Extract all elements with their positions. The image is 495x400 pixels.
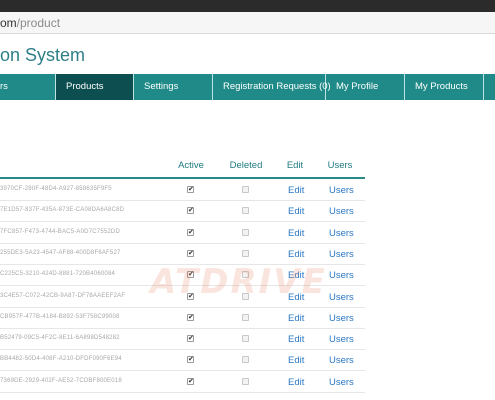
product-id: B52479-09C5-4F2C-8E11-6A898D548282 [0, 335, 120, 342]
browser-chrome [0, 0, 495, 12]
users-link[interactable]: Users [329, 377, 354, 388]
edit-link[interactable]: Edit [288, 185, 304, 196]
table-row: 7E1D57-837F-435A-873E-CA08DA6A8C8D ✔ Edit U… [0, 201, 365, 223]
table-row: 7369DE-2929-402F-AE52-7CDBF800E018 ✔ Edit U… [0, 372, 365, 393]
active-checkbox[interactable]: ✔ [187, 356, 194, 364]
users-link[interactable]: Users [329, 292, 354, 303]
table-row: B52479-09C5-4F2C-8E11-6A898D548282 ✔ Edit U… [0, 329, 365, 351]
active-checkbox[interactable]: ✔ [187, 186, 194, 193]
table-row: BB4482-50D4-408F-A210-DFDF090F6E94 ✔ Edit U… [0, 350, 365, 372]
edit-link[interactable]: Edit [288, 292, 304, 303]
active-checkbox[interactable]: ✔ [187, 207, 194, 215]
header-divider [0, 177, 365, 179]
users-link[interactable]: Users [329, 355, 354, 366]
users-link[interactable]: Users [329, 249, 354, 260]
active-checkbox[interactable]: ✔ [187, 271, 194, 279]
users-link[interactable]: Users [329, 313, 354, 324]
nav-item-registration-requests[interactable]: Registration Requests (0) [213, 74, 331, 100]
address-path: /product [16, 16, 61, 30]
product-id: C225C5-3210-424D-8881-720B4060084 [0, 271, 116, 278]
edit-link[interactable]: Edit [288, 377, 304, 388]
active-checkbox[interactable]: ✔ [187, 335, 194, 343]
deleted-checkbox[interactable] [242, 228, 249, 236]
address-host: om [0, 16, 17, 30]
deleted-checkbox[interactable] [242, 377, 249, 385]
product-id: 3970CF-280F-48D4-A927-858635F9F5 [0, 186, 112, 192]
active-checkbox[interactable]: ✔ [187, 249, 194, 257]
product-id: 3C4E57-C072-42CB-9A87-DF78AAEEF2AF [0, 292, 126, 299]
product-id: 255DE3-5A23-4547-AF88-400D8F6AF527 [0, 249, 121, 256]
edit-link[interactable]: Edit [288, 334, 304, 345]
table-row: 3970CF-280F-48D4-A927-858635F9F5 ✔ Edit Use… [0, 180, 365, 201]
col-header-deleted[interactable]: Deleted [224, 160, 268, 171]
edit-link[interactable]: Edit [288, 355, 304, 366]
edit-link[interactable]: Edit [288, 249, 304, 260]
active-checkbox[interactable]: ✔ [187, 228, 194, 236]
nav-item-my-profile[interactable]: My Profile [326, 74, 405, 100]
deleted-checkbox[interactable] [242, 335, 249, 343]
users-link[interactable]: Users [329, 334, 354, 345]
users-link[interactable]: Users [329, 206, 354, 217]
deleted-checkbox[interactable] [242, 271, 249, 279]
col-header-edit[interactable]: Edit [282, 160, 308, 171]
nav-item-users[interactable]: rs [0, 74, 56, 100]
deleted-checkbox[interactable] [242, 313, 249, 321]
col-header-users[interactable]: Users [322, 160, 358, 171]
table-row: C225C5-3210-424D-8881-720B4060084 ✔ Edit Us… [0, 265, 365, 287]
nav-item-my-products[interactable]: My Products [405, 74, 484, 100]
active-checkbox[interactable]: ✔ [187, 313, 194, 321]
edit-link[interactable]: Edit [288, 206, 304, 217]
address-bar[interactable]: om/product [0, 12, 495, 34]
nav-item-settings[interactable]: Settings [134, 74, 213, 100]
product-id: BB4482-50D4-408F-A210-DFDF090F6E94 [0, 356, 122, 363]
col-header-active[interactable]: Active [172, 160, 210, 171]
deleted-checkbox[interactable] [242, 249, 249, 257]
edit-link[interactable]: Edit [288, 228, 304, 239]
product-id: 7369DE-2929-402F-AE52-7CDBF800E018 [0, 377, 122, 384]
page-title: on System [0, 45, 86, 65]
deleted-checkbox[interactable] [242, 207, 249, 215]
edit-link[interactable]: Edit [288, 313, 304, 324]
active-checkbox[interactable]: ✔ [187, 377, 194, 385]
edit-link[interactable]: Edit [288, 270, 304, 281]
users-link[interactable]: Users [329, 270, 354, 281]
product-id: CB957F-477B-4184-B892-53F758C99008 [0, 313, 120, 320]
table-row: 7FC857-F473-4744-BAC5-A0D7C7552DD ✔ Edit Us… [0, 223, 365, 244]
users-link[interactable]: Users [329, 228, 354, 239]
product-id: 7E1D57-837F-435A-873E-CA08DA6A8C8D [0, 207, 125, 214]
product-id: 7FC857-F473-4744-BAC5-A0D7C7552DD [0, 228, 120, 235]
deleted-checkbox[interactable] [242, 356, 249, 364]
users-link[interactable]: Users [329, 185, 354, 196]
table-row: 3C4E57-C072-42CB-9A87-DF78AAEEF2AF ✔ Edit U… [0, 287, 365, 308]
deleted-checkbox[interactable] [242, 292, 249, 300]
deleted-checkbox[interactable] [242, 186, 249, 193]
main-nav: rs Products Settings Registration Reques… [0, 74, 495, 100]
nav-item-products[interactable]: Products [56, 74, 134, 100]
table-row: 255DE3-5A23-4547-AF88-400D8F6AF527 ✔ Edit U… [0, 244, 365, 265]
table-row: CB957F-477B-4184-B892-53F758C99008 ✔ Edit U… [0, 308, 365, 329]
active-checkbox[interactable]: ✔ [187, 292, 194, 300]
address-text[interactable]: om/product [0, 16, 60, 30]
